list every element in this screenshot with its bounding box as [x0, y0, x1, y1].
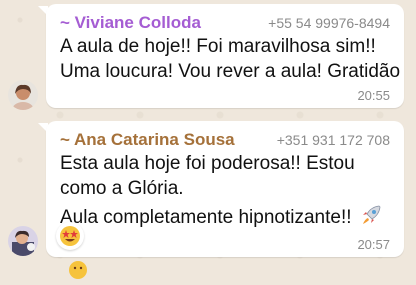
message-text-line: como a Glória.	[60, 178, 184, 199]
message-bubble[interactable]: ~ Viviane Colloda +55 54 99976-8494 A au…	[46, 4, 404, 108]
message-reaction[interactable]	[56, 222, 84, 250]
smiling-emoji-icon	[68, 260, 88, 285]
avatar-photo	[8, 226, 38, 256]
message-text-line: Uma loucura! Vou rever a aula! Gratidão	[60, 61, 401, 82]
sender-phone: +55 54 99976-8494	[268, 15, 390, 31]
sender-name[interactable]: ~ Viviane Colloda	[60, 13, 201, 33]
starry-eyed-emoji-icon	[60, 226, 80, 246]
message-timestamp: 20:57	[357, 237, 390, 252]
rocket-emoji-icon	[359, 203, 383, 233]
message-text: Aula completamente hipnotizante!!	[60, 207, 352, 228]
message-bubble[interactable]: ~ Ana Catarina Sousa +351 931 172 708 Es…	[46, 121, 404, 257]
avatar-viviane[interactable]	[8, 80, 38, 110]
message-text-line: A aula de hoje!! Foi maravilhosa sim!!	[60, 36, 376, 57]
sender-name[interactable]: ~ Ana Catarina Sousa	[60, 130, 235, 150]
message-text-line: Esta aula hoje foi poderosa!! Estou	[60, 153, 355, 174]
avatar-photo	[8, 80, 38, 110]
message-text-line: Aula completamente hipnotizante!!	[60, 203, 383, 233]
avatar-ana-catarina[interactable]	[8, 226, 38, 256]
sender-phone: +351 931 172 708	[276, 132, 390, 148]
message-timestamp: 20:55	[357, 88, 390, 103]
